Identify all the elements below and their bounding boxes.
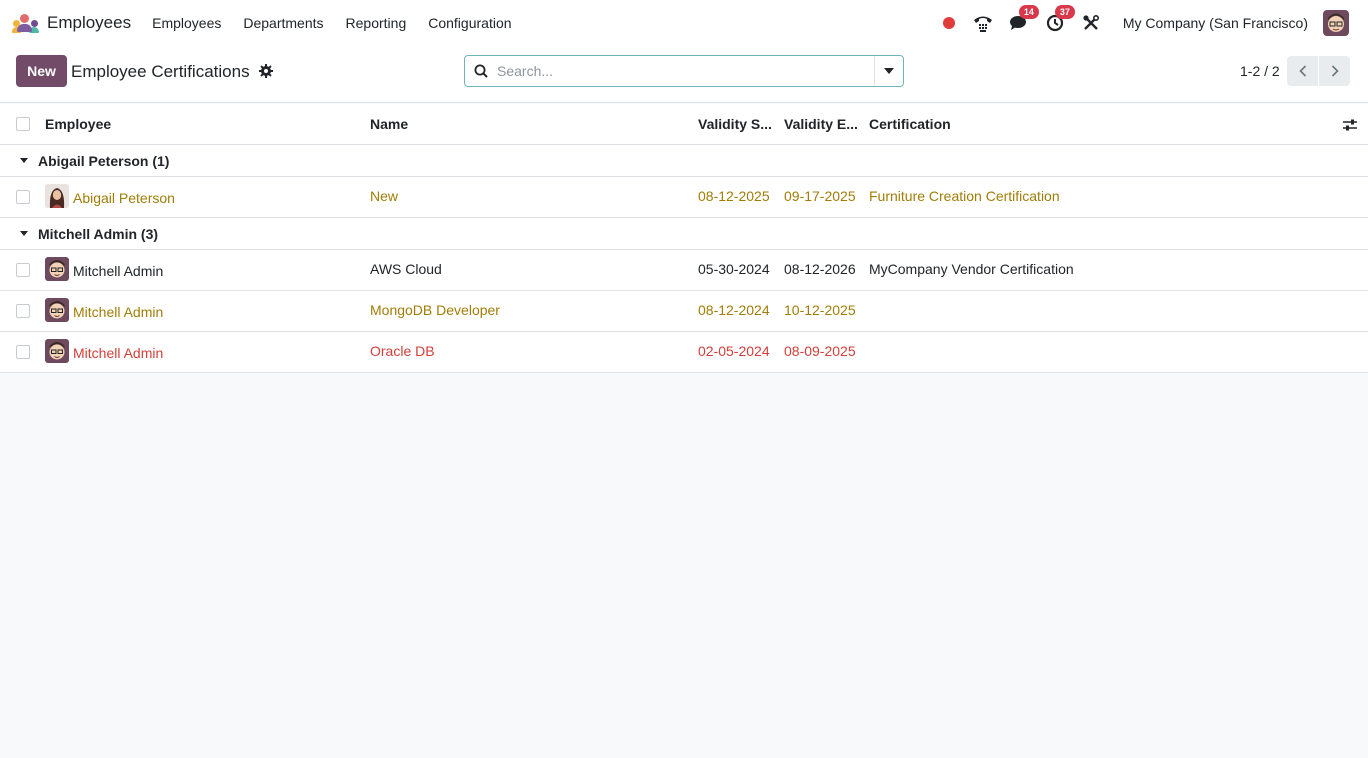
new-button[interactable]: New — [16, 55, 67, 87]
control-panel: New Employee Certifications Search... 1-… — [0, 46, 1368, 103]
app-name: Employees — [47, 13, 132, 32]
validity-start: 05-30-2024 — [698, 261, 770, 277]
validity-end: 08-12-2026 — [784, 261, 856, 277]
chevron-right-icon — [1331, 65, 1339, 77]
page-title: Employee Certifications — [71, 62, 250, 81]
table-row[interactable]: Mitchell Admin AWS Cloud 05-30-2024 08-1… — [0, 250, 1368, 291]
caret-down-icon — [20, 231, 28, 236]
employee-name: Mitchell Admin — [73, 263, 164, 279]
column-header-name[interactable]: Name — [370, 116, 408, 132]
certification-name: Oracle DB — [370, 343, 435, 359]
certification-course: Furniture Creation Certification — [869, 188, 1060, 204]
search-icon — [465, 56, 497, 86]
employee-avatar — [45, 298, 69, 322]
group-label: Abigail Peterson (1) — [38, 153, 170, 169]
employee-avatar — [45, 339, 69, 363]
clock-icon[interactable]: 37 — [1045, 5, 1075, 33]
column-header-validity-end[interactable]: Validity E... — [784, 116, 858, 132]
validity-end: 09-17-2025 — [784, 188, 856, 204]
messages-badge: 14 — [1018, 5, 1039, 19]
company-switcher[interactable]: My Company (San Francisco) — [1123, 15, 1308, 31]
menu-departments[interactable]: Departments — [232, 0, 334, 46]
search-input[interactable] — [497, 56, 874, 86]
phone-icon[interactable] — [973, 13, 993, 33]
row-checkbox[interactable] — [16, 263, 30, 277]
menu-reporting[interactable]: Reporting — [335, 0, 418, 46]
row-checkbox[interactable] — [16, 304, 30, 318]
menu-employees[interactable]: Employees — [141, 0, 232, 46]
employee-avatar — [45, 184, 69, 208]
table-row[interactable]: Mitchell Admin MongoDB Developer 08-12-2… — [0, 291, 1368, 332]
recording-indicator[interactable] — [942, 17, 955, 29]
caret-down-icon — [884, 68, 894, 74]
employee-name: Abigail Peterson — [73, 190, 175, 206]
table-row[interactable]: Abigail Peterson New 08-12-2025 09-17-20… — [0, 177, 1368, 218]
chevron-left-icon — [1298, 65, 1306, 77]
tools-icon[interactable] — [1081, 13, 1101, 33]
search-bar — [464, 55, 904, 87]
validity-start: 02-05-2024 — [698, 343, 770, 359]
select-all-checkbox[interactable] — [16, 117, 30, 131]
group-label: Mitchell Admin (3) — [38, 226, 159, 242]
certifications-list: Employee Name Validity S... Validity E..… — [0, 104, 1368, 373]
employee-name: Mitchell Admin — [73, 345, 164, 361]
validity-end: 10-12-2025 — [784, 302, 856, 318]
row-checkbox[interactable] — [16, 345, 30, 359]
search-options-toggle[interactable] — [874, 56, 903, 86]
validity-start: 08-12-2025 — [698, 188, 770, 204]
employee-avatar — [45, 257, 69, 281]
row-checkbox[interactable] — [16, 190, 30, 204]
activities-badge: 37 — [1054, 5, 1075, 19]
pager-next-button[interactable] — [1319, 56, 1350, 86]
main-menu: Employees Departments Reporting Configur… — [141, 0, 522, 46]
group-row[interactable]: Mitchell Admin (3) — [0, 218, 1368, 250]
pager-previous-button[interactable] — [1287, 56, 1318, 86]
certification-name: New — [370, 188, 399, 204]
certification-name: MongoDB Developer — [370, 302, 500, 318]
employee-name: Mitchell Admin — [73, 304, 164, 320]
pager-value[interactable]: 1-2 / 2 — [1240, 63, 1280, 79]
column-header-certification[interactable]: Certification — [869, 116, 951, 132]
certification-course: MyCompany Vendor Certification — [869, 261, 1074, 277]
column-header-validity-start[interactable]: Validity S... — [698, 116, 772, 132]
certification-name: AWS Cloud — [370, 261, 442, 277]
table-row[interactable]: Mitchell Admin Oracle DB 02-05-2024 08-0… — [0, 332, 1368, 373]
gear-icon[interactable] — [259, 64, 273, 78]
user-avatar[interactable] — [1323, 10, 1349, 36]
validity-start: 08-12-2024 — [698, 302, 770, 318]
group-row[interactable]: Abigail Peterson (1) — [0, 145, 1368, 177]
validity-end: 08-09-2025 — [784, 343, 856, 359]
menu-configuration[interactable]: Configuration — [417, 0, 522, 46]
column-header-employee[interactable]: Employee — [45, 116, 111, 132]
top-navbar: Employees Employees Departments Reportin… — [0, 0, 1368, 46]
caret-down-icon — [20, 158, 28, 163]
app-logo-icon — [12, 13, 40, 33]
list-header: Employee Name Validity S... Validity E..… — [0, 104, 1368, 145]
systray: 14 37 My Company (San Francisco) — [942, 0, 1368, 46]
sliders-icon[interactable] — [1342, 117, 1358, 133]
app-home-link[interactable]: Employees — [12, 0, 131, 46]
chat-icon[interactable]: 14 — [1009, 5, 1039, 33]
